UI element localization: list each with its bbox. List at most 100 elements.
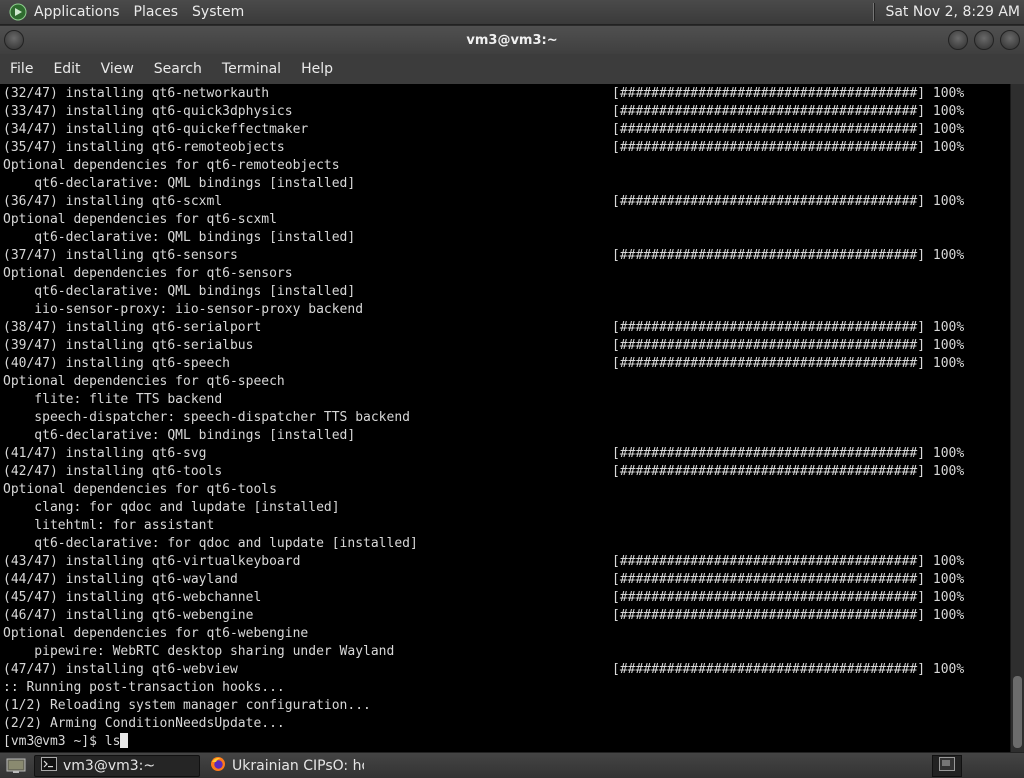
top-panel: Applications Places System Sat Nov 2, 8:… xyxy=(0,0,1024,25)
terminal-line: (34/47) installing qt6-quickeffectmaker [… xyxy=(0,121,1010,139)
progress-bar-text: [######################################]… xyxy=(612,320,965,335)
menu-search[interactable]: Search xyxy=(154,61,202,77)
terminal-line: (2/2) Arming ConditionNeedsUpdate... xyxy=(0,715,1010,733)
menu-file[interactable]: File xyxy=(10,61,33,77)
progress-bar-text: [######################################]… xyxy=(612,608,965,623)
window-menubar: File Edit View Search Terminal Help xyxy=(0,54,1024,84)
taskbar-item-terminal[interactable]: vm3@vm3:~ xyxy=(34,754,200,777)
window-menu-button[interactable] xyxy=(4,30,24,50)
terminal-line: Optional dependencies for qt6-tools xyxy=(0,481,1010,499)
terminal-output[interactable]: (32/47) installing qt6-networkauth [#####… xyxy=(0,84,1010,752)
shell-prompt: [vm3@vm3 ~]$ ls xyxy=(3,734,121,749)
terminal-line-text: (45/47) installing qt6-webchannel xyxy=(3,590,262,605)
window-titlebar[interactable]: vm3@vm3:~ xyxy=(0,26,1024,54)
maximize-button[interactable] xyxy=(974,30,994,50)
terminal-line: qt6-declarative: QML bindings [installed… xyxy=(0,229,1010,247)
terminal-line-text: (35/47) installing qt6-remoteobjects xyxy=(3,140,285,155)
terminal-line: (41/47) installing qt6-svg [#############… xyxy=(0,445,1010,463)
terminal-line: litehtml: for assistant xyxy=(0,517,1010,535)
terminal-line-text: (43/47) installing qt6-virtualkeyboard xyxy=(3,554,301,569)
terminal-line-text: (2/2) Arming ConditionNeedsUpdate... xyxy=(3,716,285,731)
terminal-line-text: qt6-declarative: QML bindings [installed… xyxy=(3,428,356,443)
terminal-line-text: litehtml: for assistant xyxy=(3,518,215,533)
terminal-line-text: qt6-declarative: QML bindings [installed… xyxy=(3,176,356,191)
terminal-line-text: flite: flite TTS backend xyxy=(3,392,223,407)
terminal-line: (44/47) installing qt6-wayland [#########… xyxy=(0,571,1010,589)
terminal-line: (39/47) installing qt6-serialbus [#######… xyxy=(0,337,1010,355)
bottom-panel: vm3@vm3:~ Ukrainian CIPsO: ho... xyxy=(0,752,1024,778)
progress-bar-text: [######################################]… xyxy=(612,446,965,461)
terminal-line-text: (37/47) installing qt6-sensors xyxy=(3,248,238,263)
terminal-line-text: (33/47) installing qt6-quick3dphysics xyxy=(3,104,293,119)
progress-bar-text: [######################################]… xyxy=(612,572,965,587)
panel-separator xyxy=(873,3,876,21)
terminal-line: (32/47) installing qt6-networkauth [#####… xyxy=(0,85,1010,103)
terminal-line-text: (46/47) installing qt6-webengine xyxy=(3,608,254,623)
close-button[interactable] xyxy=(1000,30,1020,50)
terminal-line-text: (32/47) installing qt6-networkauth xyxy=(3,86,270,101)
terminal-line-text: qt6-declarative: for qdoc and lupdate [i… xyxy=(3,536,418,551)
terminal-line-text: (38/47) installing qt6-serialport xyxy=(3,320,262,335)
terminal-line-text: (41/47) installing qt6-svg xyxy=(3,446,207,461)
terminal-scrollbar[interactable] xyxy=(1010,84,1024,752)
progress-bar-text: [######################################]… xyxy=(612,248,965,263)
terminal-line: flite: flite TTS backend xyxy=(0,391,1010,409)
progress-bar-text: [######################################]… xyxy=(612,122,965,137)
system-menu[interactable]: System xyxy=(192,4,244,20)
terminal-line: iio-sensor-proxy: iio-sensor-proxy backe… xyxy=(0,301,1010,319)
progress-bar-text: [######################################]… xyxy=(612,86,965,101)
terminal-line: qt6-declarative: for qdoc and lupdate [i… xyxy=(0,535,1010,553)
menu-help[interactable]: Help xyxy=(301,61,333,77)
progress-bar-text: [######################################]… xyxy=(612,338,965,353)
terminal-line: Optional dependencies for qt6-scxml xyxy=(0,211,1010,229)
workspace-icon xyxy=(939,756,955,775)
menu-terminal[interactable]: Terminal xyxy=(222,61,281,77)
progress-bar-text: [######################################]… xyxy=(612,464,965,479)
applications-menu[interactable]: Applications xyxy=(34,4,120,20)
terminal-line-text: Optional dependencies for qt6-webengine xyxy=(3,626,309,641)
taskbar-item-firefox[interactable]: Ukrainian CIPsO: ho... xyxy=(204,755,370,777)
terminal-line: (45/47) installing qt6-webchannel [######… xyxy=(0,589,1010,607)
text-cursor xyxy=(120,733,129,748)
taskbar-item-label: Ukrainian CIPsO: ho... xyxy=(232,757,364,774)
terminal-line: Optional dependencies for qt6-speech xyxy=(0,373,1010,391)
terminal-line: Optional dependencies for qt6-remoteobje… xyxy=(0,157,1010,175)
show-desktop-icon[interactable] xyxy=(4,756,28,776)
progress-bar-text: [######################################]… xyxy=(612,104,965,119)
terminal-line: Optional dependencies for qt6-webengine xyxy=(0,625,1010,643)
clock[interactable]: Sat Nov 2, 8:29 AM xyxy=(885,4,1020,20)
terminal-line: (35/47) installing qt6-remoteobjects [###… xyxy=(0,139,1010,157)
progress-bar-text: [######################################]… xyxy=(612,554,965,569)
menu-edit[interactable]: Edit xyxy=(53,61,80,77)
terminal-line: clang: for qdoc and lupdate [installed] xyxy=(0,499,1010,517)
terminal-line: Optional dependencies for qt6-sensors xyxy=(0,265,1010,283)
terminal-line: :: Running post-transaction hooks... xyxy=(0,679,1010,697)
terminal-line-text: Optional dependencies for qt6-scxml xyxy=(3,212,277,227)
terminal-line: (40/47) installing qt6-speech [##########… xyxy=(0,355,1010,373)
progress-bar-text: [######################################]… xyxy=(612,590,965,605)
scrollbar-thumb[interactable] xyxy=(1013,676,1022,748)
terminal-line-text: Optional dependencies for qt6-remoteobje… xyxy=(3,158,340,173)
progress-bar-text: [######################################]… xyxy=(612,356,965,371)
firefox-icon xyxy=(210,756,226,776)
workspace-switcher[interactable] xyxy=(932,754,962,777)
menu-view[interactable]: View xyxy=(101,61,134,77)
terminal-line-text: Optional dependencies for qt6-sensors xyxy=(3,266,293,281)
terminal-line-text: iio-sensor-proxy: iio-sensor-proxy backe… xyxy=(3,302,364,317)
prompt-line[interactable]: [vm3@vm3 ~]$ ls xyxy=(0,733,1010,751)
terminal-line-text: (39/47) installing qt6-serialbus xyxy=(3,338,254,353)
taskbar-item-label: vm3@vm3:~ xyxy=(63,757,156,774)
distro-logo-icon[interactable] xyxy=(8,2,28,22)
progress-bar-text: [######################################]… xyxy=(612,140,965,155)
terminal-line: qt6-declarative: QML bindings [installed… xyxy=(0,283,1010,301)
terminal-line: (47/47) installing qt6-webview [#########… xyxy=(0,661,1010,679)
terminal-window: vm3@vm3:~ File Edit View Search Terminal… xyxy=(0,26,1024,752)
places-menu[interactable]: Places xyxy=(134,4,179,20)
terminal-line: (38/47) installing qt6-serialport [######… xyxy=(0,319,1010,337)
minimize-button[interactable] xyxy=(948,30,968,50)
terminal-line-text: pipewire: WebRTC desktop sharing under W… xyxy=(3,644,395,659)
terminal-line-text: qt6-declarative: QML bindings [installed… xyxy=(3,284,356,299)
terminal-line: pipewire: WebRTC desktop sharing under W… xyxy=(0,643,1010,661)
terminal-line-text: (36/47) installing qt6-scxml xyxy=(3,194,223,209)
terminal-line: (1/2) Reloading system manager configura… xyxy=(0,697,1010,715)
